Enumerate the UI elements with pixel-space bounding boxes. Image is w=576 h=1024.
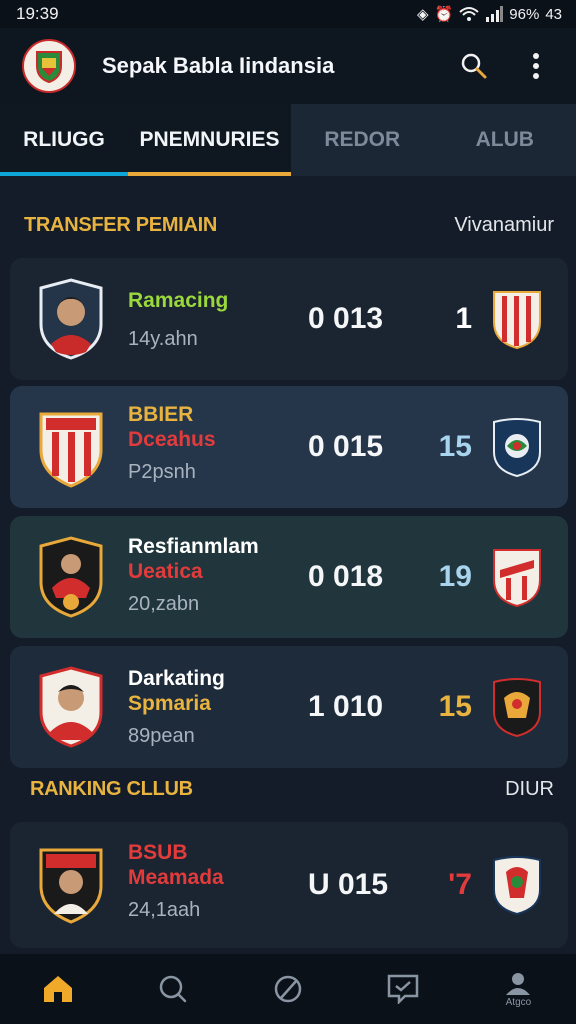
- section-aside-link[interactable]: Vivanamiur: [454, 214, 554, 237]
- home-icon: [43, 976, 72, 1002]
- ranking-score: U 015: [308, 868, 389, 901]
- transfer-card[interactable]: Ramacing 14y.ahn 0 013 1: [10, 258, 568, 380]
- alarm-icon: ⏰: [434, 6, 454, 23]
- player-meta: 20,zabn: [128, 593, 200, 615]
- bottom-nav: Atgco: [0, 954, 576, 1024]
- search-icon: [461, 53, 487, 79]
- club-badge-icon: [493, 418, 541, 478]
- chat-icon: [387, 974, 419, 1004]
- section-aside-link[interactable]: DIUR: [505, 778, 554, 801]
- tab-redor[interactable]: REDOR: [291, 104, 434, 176]
- player-name: Darkating: [128, 667, 225, 690]
- app-logo[interactable]: [22, 39, 76, 93]
- player-club: Spmaria: [128, 692, 211, 715]
- club-crest-logo-icon: [36, 51, 62, 84]
- club-name: BSUB: [128, 841, 188, 864]
- search-button[interactable]: [454, 46, 494, 86]
- club-badge-icon: [493, 678, 541, 738]
- nav-profile-label: Atgco: [505, 996, 532, 1008]
- transfer-count: 19: [438, 560, 472, 593]
- tab-label: RLIUGG: [23, 128, 105, 151]
- transfer-count: 15: [438, 690, 472, 723]
- transfer-count: 1: [455, 302, 472, 335]
- tab-indicator: [0, 172, 128, 176]
- ranking-count: '7: [448, 868, 472, 901]
- app-title: Sepak Babla Iindansia: [102, 53, 335, 78]
- transfer-card[interactable]: BBIER Dceahus P2psnh 0 015 15: [10, 386, 568, 508]
- nav-home[interactable]: [0, 954, 115, 1024]
- status-bar: 19:39 ◈ ⏰ 96% 43: [0, 0, 576, 28]
- tab-bar: RLIUGG PNEMNURIES REDOR ALUB: [0, 104, 576, 176]
- profile-icon: [506, 972, 531, 995]
- transfer-score: 0 015: [308, 430, 384, 463]
- more-button[interactable]: [516, 46, 556, 86]
- tab-alub[interactable]: ALUB: [434, 104, 576, 176]
- transfer-score: 0 018: [308, 560, 384, 593]
- player-meta: P2psnh: [128, 461, 196, 483]
- player-crest-icon: [39, 848, 103, 924]
- signal-icon: [486, 6, 504, 22]
- transfer-score: 0 013: [308, 302, 384, 335]
- tab-rliugg[interactable]: RLIUGG: [0, 104, 128, 176]
- transfer-card[interactable]: Resfianmlam Ueatica 20,zabn 0 018 19: [10, 516, 568, 638]
- ranking-section-header: RANKING CLLUB DIUR: [30, 778, 554, 801]
- player-meta: 14y.ahn: [128, 328, 198, 350]
- player-crest-icon: [39, 666, 103, 748]
- transfer-section-header: TRANSFER PEMIAIN Vivanamiur: [24, 214, 554, 237]
- player-meta: 89pean: [128, 725, 195, 747]
- nav-messages[interactable]: [346, 954, 461, 1024]
- club-subname: Meamada: [128, 866, 224, 889]
- status-extra: 43: [545, 5, 562, 23]
- player-club: Ueatica: [128, 560, 203, 583]
- transfer-count: 15: [438, 430, 472, 463]
- club-meta: 24,1aah: [128, 899, 201, 921]
- tab-pnemnuries[interactable]: PNEMNURIES: [128, 104, 291, 176]
- player-name: Resfianmlam: [128, 535, 259, 558]
- transfer-score: 1 010: [308, 690, 384, 723]
- player-name: BBIER: [128, 403, 194, 426]
- transfer-card[interactable]: Darkating Spmaria 89pean 1 010 15: [10, 646, 568, 768]
- club-crest-icon: [39, 412, 103, 488]
- tab-label: PNEMNURIES: [139, 128, 280, 151]
- tab-label: REDOR: [324, 128, 401, 151]
- wifi-icon: [459, 7, 479, 21]
- nav-explore[interactable]: [230, 954, 345, 1024]
- ranking-card[interactable]: BSUB Meamada 24,1aah U 015 '7: [10, 822, 568, 948]
- club-badge-icon: [493, 856, 541, 916]
- club-badge-icon: [493, 291, 541, 350]
- nav-search[interactable]: [115, 954, 230, 1024]
- status-time: 19:39: [16, 4, 59, 23]
- player-club: Dceahus: [128, 428, 216, 451]
- battery-text: 96%: [509, 5, 540, 23]
- tab-indicator: [128, 172, 291, 176]
- player-crest-icon: [39, 278, 103, 360]
- section-title: TRANSFER PEMIAIN: [24, 214, 217, 236]
- player-name: Ramacing: [128, 289, 229, 312]
- tab-label: ALUB: [475, 128, 534, 151]
- compass-icon: [274, 975, 302, 1003]
- nav-profile[interactable]: Atgco: [461, 954, 576, 1024]
- player-crest-icon: [39, 536, 103, 618]
- search-icon: [159, 975, 187, 1003]
- section-title: RANKING CLLUB: [30, 778, 193, 800]
- app-bar: Sepak Babla Iindansia: [0, 28, 576, 104]
- club-badge-icon: [493, 549, 541, 608]
- more-vert-icon: [533, 53, 539, 79]
- nfc-icon: ◈: [417, 6, 429, 23]
